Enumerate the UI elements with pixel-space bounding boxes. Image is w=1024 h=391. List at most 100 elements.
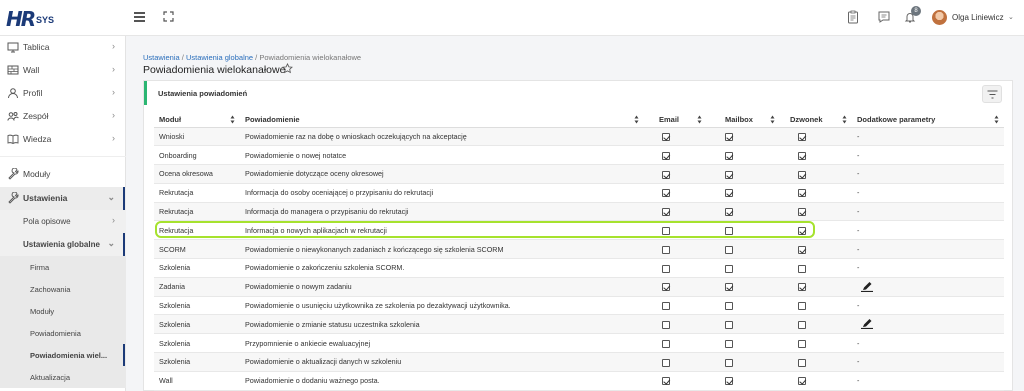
fullscreen-icon[interactable] bbox=[163, 11, 174, 22]
sidebar-subitem-zachowania[interactable]: Zachowania bbox=[0, 278, 126, 300]
filter-button[interactable] bbox=[982, 85, 1002, 103]
cell-email bbox=[644, 371, 707, 391]
checkbox-email[interactable] bbox=[662, 302, 670, 311]
sidebar-item-moduly[interactable]: Moduły bbox=[0, 163, 126, 186]
cell-notification: Powiadomienie o aktualizacji danych w sz… bbox=[240, 352, 644, 372]
checkbox-mailbox[interactable] bbox=[725, 189, 733, 198]
cell-params: - bbox=[852, 164, 1004, 184]
checkbox-bell[interactable] bbox=[798, 302, 806, 311]
checkbox-bell[interactable] bbox=[798, 264, 806, 273]
column-header-mailbox[interactable]: Mailbox bbox=[707, 112, 780, 128]
sidebar-subitem-pola-opisowe[interactable]: Pola opisowe › bbox=[0, 210, 126, 233]
checkbox-email[interactable] bbox=[662, 208, 670, 217]
sidebar-subitem-ustawienia-globalne[interactable]: Ustawienia globalne ⌄ bbox=[0, 233, 126, 256]
checkbox-email[interactable] bbox=[662, 339, 670, 348]
params-value: - bbox=[857, 225, 860, 235]
column-header-params[interactable]: Dodatkowe parametry bbox=[852, 112, 1004, 128]
checkbox-mailbox[interactable] bbox=[725, 377, 733, 386]
active-indicator bbox=[123, 187, 125, 210]
column-header-notification[interactable]: Powiadomienie bbox=[240, 112, 644, 128]
checkbox-bell[interactable] bbox=[798, 189, 806, 198]
cell-params: - bbox=[852, 352, 1004, 372]
sidebar-subitem-powiadomienia-wielokanalowe[interactable]: Powiadomienia wiel... bbox=[0, 344, 126, 366]
table-row: Szkolenia Przypomnienie o ankiecie ewalua… bbox=[154, 333, 1004, 354]
breadcrumb-link-ustawienia-globalne[interactable]: Ustawienia globalne bbox=[186, 53, 253, 62]
sidebar-item-tablica[interactable]: Tablica › bbox=[0, 36, 126, 59]
sidebar-divider bbox=[0, 156, 126, 157]
checkbox-email[interactable] bbox=[662, 189, 670, 198]
highlight-annotation bbox=[155, 221, 815, 238]
cell-params bbox=[852, 277, 1004, 297]
checkbox-email[interactable] bbox=[662, 151, 670, 160]
column-header-module[interactable]: Moduł bbox=[154, 112, 240, 128]
checkbox-mailbox[interactable] bbox=[725, 170, 733, 179]
notification-badge: 8 bbox=[911, 6, 921, 16]
sidebar-item-ustawienia[interactable]: Ustawienia ⌄ bbox=[0, 187, 126, 210]
checkbox-mailbox[interactable] bbox=[725, 358, 733, 367]
menu-toggle-icon[interactable] bbox=[134, 12, 145, 22]
checkbox-mailbox[interactable] bbox=[725, 339, 733, 348]
sort-icon bbox=[770, 115, 775, 124]
checkbox-bell[interactable] bbox=[798, 320, 806, 329]
chevron-right-icon: › bbox=[112, 133, 115, 143]
checkbox-bell[interactable] bbox=[798, 132, 806, 141]
checkbox-mailbox[interactable] bbox=[725, 264, 733, 273]
checkbox-email[interactable] bbox=[662, 170, 670, 179]
sidebar-item-wall[interactable]: Wall › bbox=[0, 59, 126, 82]
cell-bell bbox=[780, 127, 852, 147]
checkbox-bell[interactable] bbox=[798, 339, 806, 348]
checkbox-mailbox[interactable] bbox=[725, 283, 733, 292]
checkbox-email[interactable] bbox=[662, 358, 670, 367]
sidebar-item-zespol[interactable]: Zespół › bbox=[0, 105, 126, 128]
table-row: Szkolenia Powiadomienie o zakończeniu szk… bbox=[154, 258, 1004, 278]
column-header-email[interactable]: Email bbox=[644, 112, 707, 128]
checkbox-bell[interactable] bbox=[798, 170, 806, 179]
edit-pencil-icon[interactable] bbox=[861, 319, 873, 330]
sidebar-subitem-aktualizacja[interactable]: Aktualizacja bbox=[0, 366, 126, 388]
sidebar-item-profil[interactable]: Profil › bbox=[0, 82, 126, 105]
cell-params: - bbox=[852, 127, 1004, 147]
checkbox-bell[interactable] bbox=[798, 283, 806, 292]
checkbox-bell[interactable] bbox=[798, 151, 806, 160]
checkbox-bell[interactable] bbox=[798, 245, 806, 254]
checkbox-email[interactable] bbox=[662, 245, 670, 254]
sort-icon bbox=[842, 115, 847, 124]
cell-mailbox bbox=[707, 202, 780, 222]
cell-email bbox=[644, 239, 707, 260]
avatar[interactable] bbox=[932, 10, 947, 25]
cell-email bbox=[644, 333, 707, 354]
cell-params: - bbox=[852, 220, 1004, 241]
checkbox-email[interactable] bbox=[662, 283, 670, 292]
chevron-right-icon: › bbox=[112, 87, 115, 97]
params-value: - bbox=[857, 188, 860, 198]
checkbox-mailbox[interactable] bbox=[725, 151, 733, 160]
breadcrumb-link-ustawienia[interactable]: Ustawienia bbox=[143, 53, 180, 62]
checkbox-email[interactable] bbox=[662, 320, 670, 329]
checkbox-bell[interactable] bbox=[798, 358, 806, 367]
checkbox-mailbox[interactable] bbox=[725, 320, 733, 329]
chevron-right-icon: › bbox=[112, 110, 115, 120]
checkbox-bell[interactable] bbox=[798, 208, 806, 217]
edit-pencil-icon[interactable] bbox=[861, 281, 873, 292]
sidebar-subitem-moduly[interactable]: Moduły bbox=[0, 300, 126, 322]
sidebar-subitem-powiadomienia[interactable]: Powiadomienia bbox=[0, 322, 126, 344]
checkbox-bell[interactable] bbox=[798, 377, 806, 386]
user-name[interactable]: Olga Liniewicz bbox=[952, 13, 1004, 22]
app-logo[interactable]: HR SYS bbox=[6, 8, 64, 30]
chat-icon[interactable] bbox=[877, 10, 891, 24]
checkbox-email[interactable] bbox=[662, 132, 670, 141]
chevron-down-icon[interactable]: ⌄ bbox=[1008, 13, 1014, 21]
checkbox-email[interactable] bbox=[662, 264, 670, 273]
checkbox-mailbox[interactable] bbox=[725, 302, 733, 311]
checkbox-email[interactable] bbox=[662, 377, 670, 386]
sidebar-subitem-firma[interactable]: Firma bbox=[0, 256, 126, 278]
checkbox-mailbox[interactable] bbox=[725, 245, 733, 254]
checkbox-mailbox[interactable] bbox=[725, 208, 733, 217]
favorite-star-icon[interactable] bbox=[282, 63, 293, 74]
sidebar-item-wiedza[interactable]: Wiedza › bbox=[0, 128, 126, 151]
cell-module: Szkolenia bbox=[154, 333, 240, 354]
column-header-bell[interactable]: Dzwonek bbox=[780, 112, 852, 128]
top-bar: HR SYS 8 Olga Liniewicz ⌄ bbox=[0, 0, 1024, 36]
checkbox-mailbox[interactable] bbox=[725, 132, 733, 141]
clipboard-icon[interactable] bbox=[846, 10, 860, 24]
